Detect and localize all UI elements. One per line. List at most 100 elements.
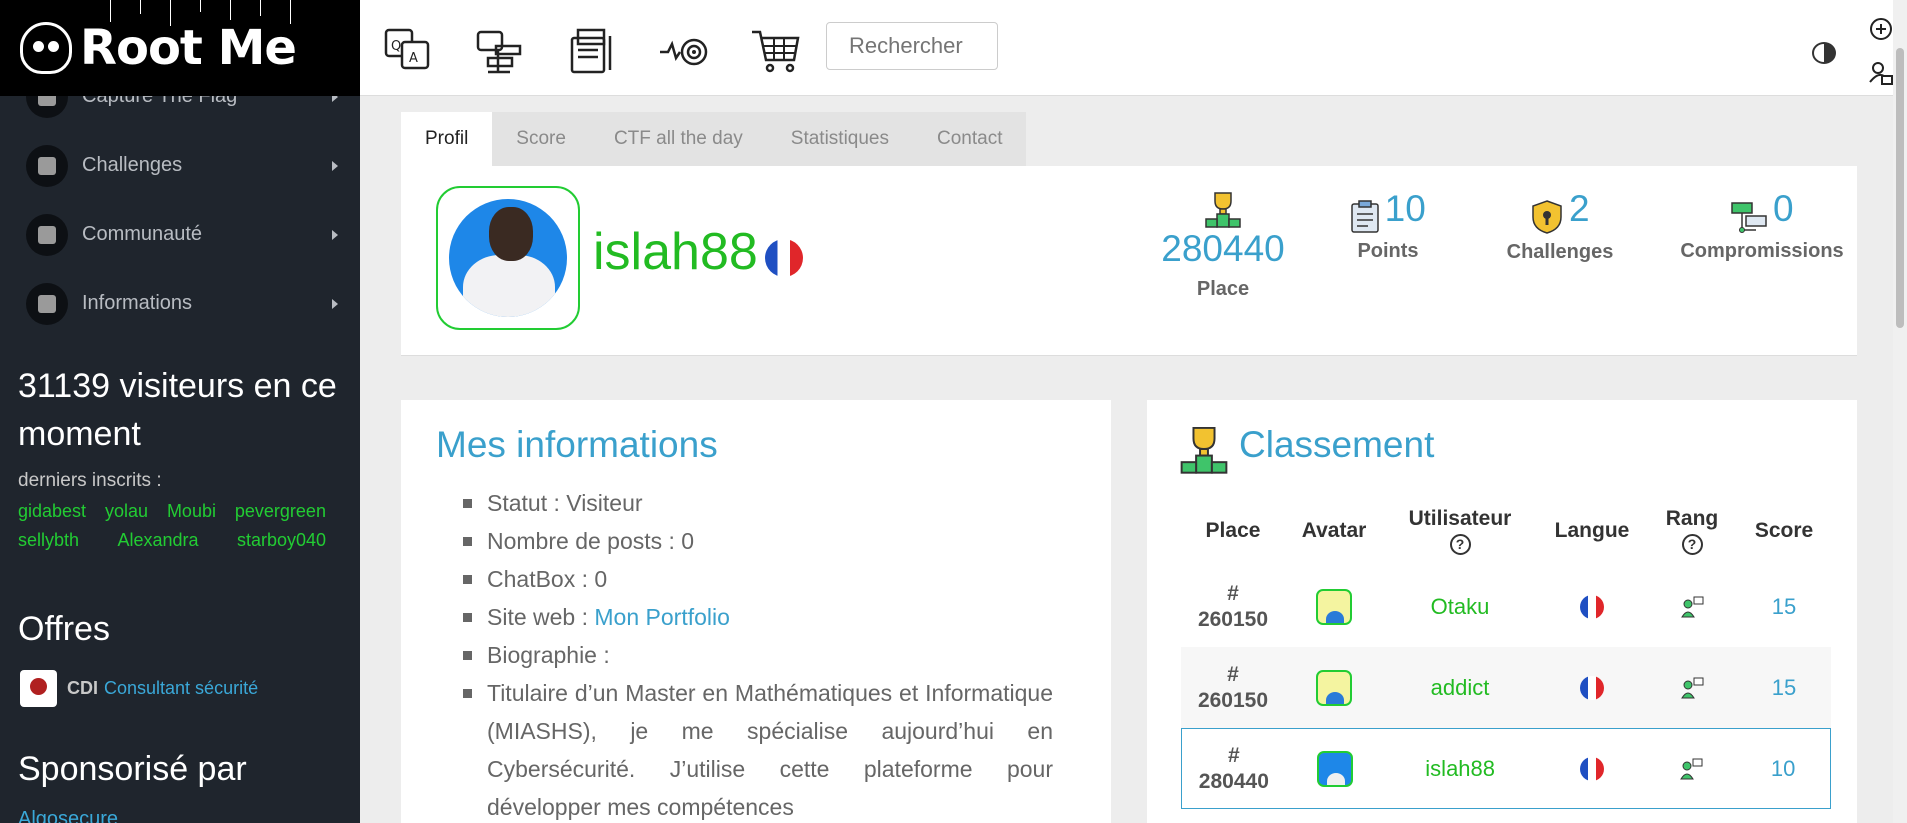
- caret-right-icon: [332, 229, 338, 240]
- user-lock-icon[interactable]: [1868, 60, 1894, 86]
- ranking-card: Classement Place Avatar Utilisateur? Lan…: [1147, 400, 1857, 823]
- svg-text:Q: Q: [391, 39, 401, 54]
- rank-badge-icon: [1681, 596, 1704, 617]
- france-flag-icon: [1579, 756, 1604, 781]
- france-flag-icon: [765, 239, 803, 277]
- offer-item[interactable]: CDI Consultant sécurité: [20, 670, 258, 707]
- col-score: Score: [1754, 519, 1814, 542]
- stat-compromissions-value: 0: [1772, 188, 1794, 229]
- info-bio-item: Titulaire d’un Master en Mathématiques e…: [463, 674, 1053, 823]
- ranking-table: Place Avatar Utilisateur? Langue Rang? S…: [1181, 496, 1831, 809]
- offers-title: Offres: [18, 610, 110, 648]
- ranking-header: Place Avatar Utilisateur? Langue Rang? S…: [1181, 496, 1831, 566]
- tab-profil[interactable]: Profil: [401, 112, 493, 166]
- table-row[interactable]: #260150 addict 15: [1181, 647, 1831, 728]
- topbar: Q A: [360, 0, 1907, 96]
- faq-icon[interactable]: Q A: [382, 24, 434, 76]
- tab-contact[interactable]: Contact: [913, 112, 1026, 166]
- stat-points: 10 Points: [1321, 188, 1455, 263]
- search-input[interactable]: [826, 22, 998, 70]
- info-title: Mes informations: [436, 424, 718, 465]
- sponsor-title: Sponsorisé par: [18, 750, 247, 788]
- offer-link[interactable]: Consultant sécurité: [104, 678, 258, 699]
- stat-place: 280440 Place: [1153, 190, 1293, 301]
- last-user-link[interactable]: starboy040: [237, 526, 326, 555]
- info-site-prefix: Site web :: [487, 604, 595, 630]
- trophy-podium-icon: [1205, 192, 1241, 228]
- france-flag-icon: [1580, 594, 1604, 619]
- col-rang: Rang?: [1647, 507, 1737, 555]
- portfolio-link[interactable]: Mon Portfolio: [594, 604, 730, 630]
- sidebar-item-label: Informations: [82, 292, 193, 314]
- avatar-photo: [449, 199, 567, 317]
- sponsor-link[interactable]: Algosecure: [18, 808, 118, 823]
- sidebar-item-informations[interactable]: Informations: [0, 269, 360, 338]
- offer-type: CDI: [67, 678, 98, 698]
- last-user-link[interactable]: sellybth: [18, 526, 79, 555]
- user-avatar-icon: [1316, 750, 1353, 787]
- table-row[interactable]: #260150 Otaku 15: [1181, 566, 1831, 647]
- sidebar-item-challenges[interactable]: Challenges: [0, 131, 360, 200]
- stat-challenges: 2 Challenges: [1493, 188, 1627, 264]
- rank-badge-icon: [1681, 677, 1704, 698]
- stat-points-label: Points: [1357, 239, 1419, 262]
- info-book-icon: [26, 282, 68, 325]
- documents-icon[interactable]: [566, 24, 618, 76]
- sidebar-item-label: Communauté: [82, 223, 203, 245]
- svg-text:A: A: [409, 51, 418, 66]
- sidebar-item-communaute[interactable]: Communauté: [0, 200, 360, 269]
- col-rang-label: Rang: [1665, 507, 1719, 530]
- row-user-link[interactable]: addict: [1383, 675, 1537, 701]
- col-lang: Langue: [1554, 519, 1630, 542]
- last-user-link[interactable]: pevergreen: [235, 497, 326, 526]
- challenge-icon: [26, 144, 68, 187]
- last-user-link[interactable]: Moubi: [167, 497, 216, 526]
- stat-compromissions-label: Compromissions: [1680, 239, 1844, 262]
- stat-place-value: 280440: [1161, 228, 1285, 269]
- row-place: #280440: [1198, 743, 1269, 793]
- info-bio-text: Titulaire d’un Master en Mathématiques e…: [487, 680, 1053, 820]
- signpost-icon[interactable]: [474, 24, 526, 76]
- profile-card: islah88 280440 Place 10 Points 2 Challen…: [401, 166, 1857, 356]
- user-avatar-icon: [1316, 588, 1352, 625]
- stat-challenges-label: Challenges: [1506, 240, 1614, 263]
- info-list: Statut : Visiteur Nombre de posts : 0 Ch…: [463, 484, 1053, 823]
- last-registered-list: gidabest yolau Moubi pevergreen sellybth…: [18, 497, 336, 555]
- tab-statistiques[interactable]: Statistiques: [767, 112, 913, 166]
- col-user-label: Utilisateur: [1408, 507, 1512, 530]
- scrollbar-thumb[interactable]: [1896, 48, 1904, 328]
- trophy-podium-icon: [1180, 426, 1228, 474]
- logo-text: Root Me: [80, 20, 297, 76]
- info-site: Site web : Mon Portfolio: [463, 598, 1027, 636]
- table-row-current-user[interactable]: #280440 islah88 10: [1181, 728, 1831, 809]
- info-chatbox: ChatBox : 0: [463, 560, 1027, 598]
- last-user-link[interactable]: gidabest: [18, 497, 86, 526]
- page-scrollbar[interactable]: [1893, 0, 1907, 823]
- tab-ctf-all-the-day[interactable]: CTF all the day: [590, 112, 767, 166]
- col-user: Utilisateur?: [1383, 507, 1537, 555]
- logo-decoration: [100, 0, 300, 28]
- tab-score[interactable]: Score: [492, 112, 590, 166]
- row-user-link[interactable]: islah88: [1383, 756, 1537, 782]
- rank-badge-icon: [1680, 758, 1703, 779]
- sidebar-item-label: Challenges: [82, 154, 183, 176]
- row-place: #260150: [1197, 581, 1269, 631]
- theme-toggle-icon[interactable]: [1812, 42, 1836, 64]
- ranking-title: Classement: [1239, 424, 1435, 465]
- user-avatar-icon: [1316, 669, 1352, 706]
- profile-tabs: Profil Score CTF all the day Statistique…: [401, 112, 1027, 166]
- row-user-link[interactable]: Otaku: [1383, 594, 1537, 620]
- target-pulse-icon[interactable]: [658, 24, 710, 76]
- help-icon[interactable]: ?: [1681, 534, 1703, 555]
- add-circle-icon[interactable]: [1868, 16, 1894, 42]
- visitors-count: 31139 visiteurs en ce moment: [18, 367, 337, 453]
- info-card: Mes informations Statut : Visiteur Nombr…: [401, 400, 1111, 823]
- last-user-link[interactable]: yolau: [105, 497, 148, 526]
- help-icon[interactable]: ?: [1449, 534, 1471, 555]
- company-logo-icon: [20, 670, 57, 707]
- logo[interactable]: Root Me: [0, 0, 360, 96]
- cart-icon[interactable]: [750, 24, 802, 76]
- last-user-link[interactable]: Alexandra: [117, 526, 198, 555]
- caret-right-icon: [332, 298, 338, 309]
- community-icon: [26, 213, 68, 256]
